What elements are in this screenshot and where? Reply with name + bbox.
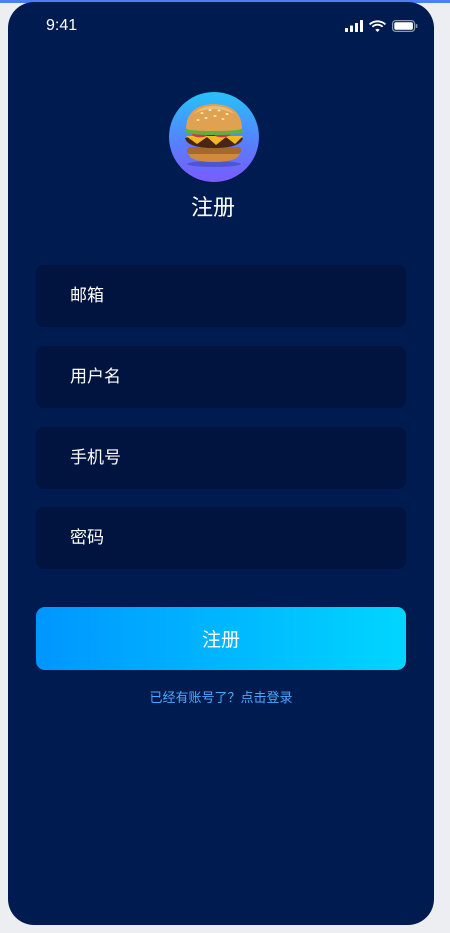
- login-link[interactable]: 已经有账号了？点击登录: [8, 690, 434, 708]
- burger-icon: [184, 104, 244, 167]
- email-field[interactable]: [36, 265, 406, 327]
- phone-field[interactable]: [36, 427, 406, 489]
- signal-icon: [345, 20, 363, 32]
- status-bar: 9:41: [8, 2, 434, 50]
- username-field[interactable]: [36, 346, 406, 408]
- wifi-icon: [369, 20, 386, 32]
- phone-screen: 9:41 注册 邮箱 用户名 手机号 注册 已经有账号了？点击登录: [8, 2, 434, 925]
- password-field[interactable]: [36, 507, 406, 569]
- battery-icon: [392, 20, 418, 32]
- page-title: 注册: [190, 196, 235, 221]
- status-icons: [345, 19, 418, 33]
- status-time: 9:41: [46, 17, 78, 34]
- register-button[interactable]: 注册: [36, 607, 406, 670]
- burger-avatar: [169, 92, 259, 182]
